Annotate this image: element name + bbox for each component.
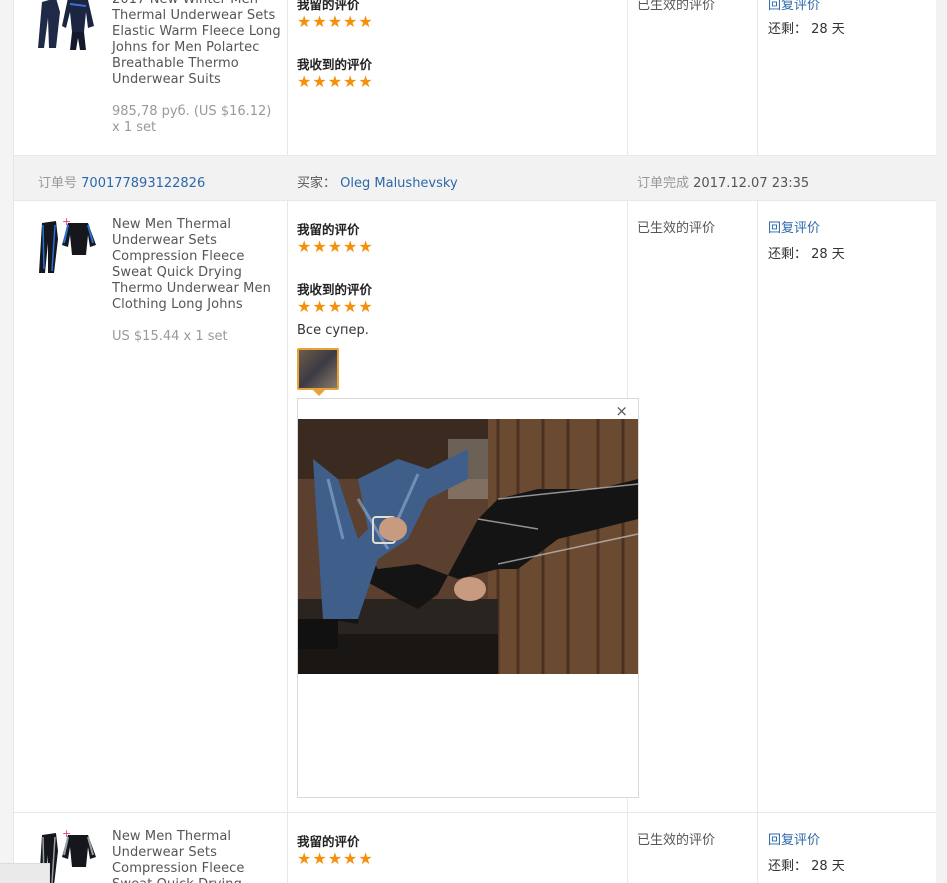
review-photo[interactable] [298,419,638,674]
reply-review-link[interactable]: 回复评价 [768,829,820,848]
my-review-stars: ★ ★ ★ ★ ★ [297,12,373,31]
product-title[interactable]: New Men Thermal Underwear Sets Compressi… [112,829,282,883]
star-icon: ★ [343,72,358,91]
col-divider [287,201,288,883]
star-icon: ★ [343,849,358,868]
my-review-label: 我留的评价 [297,834,360,849]
order-header-bar: 订单号 700177893122826 买家： Oleg Malushevsky… [14,155,936,201]
received-review-stars: ★ ★ ★ ★ ★ [297,297,373,316]
star-icon: ★ [343,297,358,316]
star-icon: ★ [327,12,343,31]
star-icon: ★ [312,297,327,316]
review-status: 已生效的评价 [637,0,716,13]
order-number-label: 订单号 [38,176,78,191]
review-status: 已生效的评价 [637,221,716,236]
buyer-label: 买家： [297,176,337,191]
my-review-stars: ★ ★ ★ ★ ★ [297,849,373,868]
star-icon: ★ [358,237,373,256]
svg-text:+: + [62,215,71,228]
review-status: 已生效的评价 [637,833,716,848]
star-icon: ★ [297,297,312,316]
product-title[interactable]: 2017 New Winter Men Thermal Underwear Se… [112,0,282,88]
product-thumbnail[interactable]: + [36,215,98,277]
star-icon: ★ [297,237,312,256]
thumbnail-pointer [313,390,325,396]
close-icon[interactable]: × [615,402,628,420]
order-number: 订单号 700177893122826 [38,172,205,191]
star-icon: ★ [327,849,343,868]
buyer: 买家： Oleg Malushevsky [297,172,458,191]
star-icon: ★ [358,297,373,316]
order-completed-label: 订单完成 [637,176,690,191]
order-list: 2017 New Winter Men Thermal Underwear Se… [14,0,936,883]
corner-tab [0,863,50,883]
review-comment: Все супер. [297,323,369,338]
product-price: US $15.44 x 1 set [112,329,228,344]
product-title[interactable]: New Men Thermal Underwear Sets Compressi… [112,217,282,313]
star-icon: ★ [312,72,327,91]
days-remaining: 还剩： 28 天 [768,22,845,37]
star-icon: ★ [358,72,373,91]
star-icon: ★ [327,72,343,91]
col-divider [627,0,628,155]
days-remaining: 还剩： 28 天 [768,247,845,262]
star-icon: ★ [297,12,312,31]
svg-text:+: + [62,827,71,840]
star-icon: ★ [358,12,373,31]
star-icon: ★ [312,12,327,31]
reply-review-link[interactable]: 回复评价 [768,217,820,236]
days-remaining: 还剩： 28 天 [768,859,845,874]
product-price: 985,78 руб. (US $16.12) x 1 set [112,104,272,135]
col-divider [757,201,758,883]
my-review-stars: ★ ★ ★ ★ ★ [297,237,373,256]
received-review-label: 我收到的评价 [297,57,373,72]
received-review-label: 我收到的评价 [297,282,373,297]
photo-preview-popup: × [297,398,639,798]
buyer-link[interactable]: Oleg Malushevsky [340,176,458,191]
my-review-label: 我留的评价 [297,222,360,237]
order-completed: 订单完成 2017.12.07 23:35 [637,172,809,191]
star-icon: ★ [358,849,373,868]
order-completed-time: 2017.12.07 23:35 [693,176,810,191]
review-photo-thumbnail[interactable] [297,348,339,390]
star-icon: ★ [343,237,358,256]
star-icon: ★ [343,12,358,31]
row-divider [14,812,936,813]
star-icon: ★ [312,849,327,868]
product-thumbnail[interactable] [36,0,98,54]
star-icon: ★ [327,297,343,316]
col-divider [757,0,758,155]
star-icon: ★ [297,72,312,91]
star-icon: ★ [312,237,327,256]
received-review-stars: ★ ★ ★ ★ ★ [297,72,373,91]
star-icon: ★ [297,849,312,868]
left-gutter [0,0,14,883]
reply-review-link[interactable]: 回复评价 [768,0,820,13]
col-divider [287,0,288,155]
order-number-link[interactable]: 700177893122826 [81,176,205,191]
star-icon: ★ [327,237,343,256]
